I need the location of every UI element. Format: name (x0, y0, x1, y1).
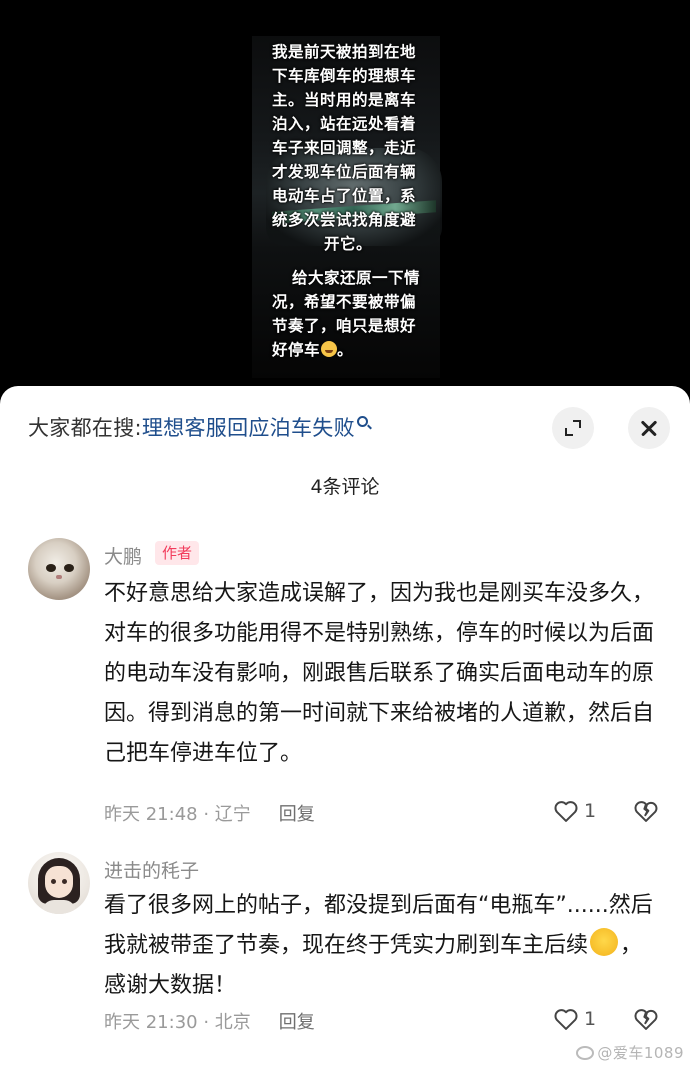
broken-heart-icon[interactable] (632, 797, 660, 825)
video-caption-1: 我是前天被拍到在地 下车库倒车的理想车 主。当时用的是离车 泊入，站在远处看着 … (272, 43, 417, 253)
comment-username[interactable]: 大鹏 (104, 542, 142, 569)
reply-button[interactable]: 回复 (279, 1012, 315, 1033)
trending-term-link[interactable]: 理想客服回应泊车失败 (142, 416, 355, 440)
video-player[interactable]: 我是前天被拍到在地 下车库倒车的理想车 主。当时用的是离车 泊入，站在远处看着 … (0, 0, 690, 395)
comment-meta: 昨天 21:30 · 北京 回复 (104, 1008, 315, 1034)
comment-time-location: 昨天 21:48 · 辽宁 (104, 804, 251, 825)
heart-icon (554, 801, 578, 822)
sweat-smile-emoji-icon (321, 341, 338, 357)
comment-sheet: 大家都在搜:理想客服回应泊车失败 4条评论 大鹏 作者 不好意思给大家造成误解了… (0, 386, 690, 1071)
heart-icon (554, 1009, 578, 1030)
broken-heart-icon[interactable] (632, 1005, 660, 1033)
author-badge: 作者 (155, 541, 200, 565)
like-button[interactable]: 1 (552, 797, 596, 825)
like-button[interactable]: 1 (552, 1005, 596, 1033)
comment-text: 看了很多网上的帖子，都没提到后面有“电瓶车”......然后我就被带歪了节奏，现… (104, 893, 653, 998)
comment-meta: 昨天 21:48 · 辽宁 回复 (104, 800, 315, 826)
avatar[interactable] (28, 852, 90, 914)
comment-text: 不好意思给大家造成误解了，因为我也是刚买车没多久，对车的很多功能用得不是特别熟练… (104, 581, 655, 766)
like-count: 1 (584, 800, 597, 822)
close-icon (640, 419, 658, 437)
trending-search[interactable]: 大家都在搜:理想客服回应泊车失败 (28, 412, 368, 442)
expand-icon (565, 420, 581, 436)
trending-label: 大家都在搜: (28, 416, 142, 440)
avatar[interactable] (28, 538, 90, 600)
weibo-watermark: @爱车1089 (576, 1042, 684, 1063)
weibo-logo-icon (576, 1046, 595, 1060)
like-count: 1 (584, 1008, 597, 1030)
comment-count: 4条评论 (310, 476, 380, 498)
expand-button[interactable] (552, 407, 594, 449)
clapping-hands-icon (590, 928, 619, 956)
close-button[interactable] (628, 407, 670, 449)
comment-time-location: 昨天 21:30 · 北京 (104, 1012, 251, 1033)
search-icon (356, 416, 368, 427)
comment-username[interactable]: 进击的秏子 (104, 856, 199, 883)
video-caption-2: 给大家还原一下情 况，希望不要被带偏 节奏了，咱只是想好 好停车。 (272, 269, 421, 359)
reply-button[interactable]: 回复 (279, 804, 315, 825)
